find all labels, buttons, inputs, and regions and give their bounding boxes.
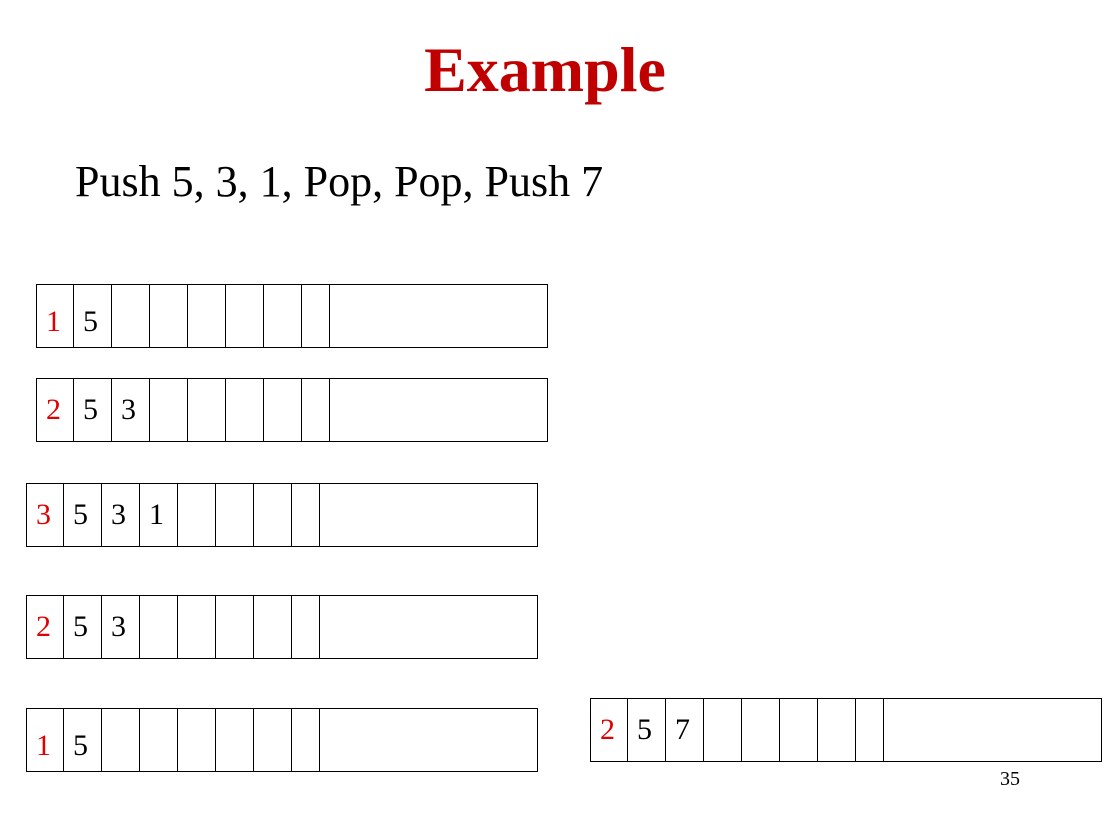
stack-count-label: 2	[36, 610, 51, 643]
stack-cell	[102, 709, 140, 771]
stack-cell	[226, 285, 264, 347]
stack-count-label: 2	[46, 393, 61, 426]
stack-cell: 5	[74, 285, 112, 347]
stack-cell	[704, 699, 742, 761]
stack-cell	[178, 596, 216, 658]
stack-value: 5	[73, 498, 88, 531]
stack-value: 5	[637, 713, 652, 746]
stack-cell: 3	[102, 484, 140, 546]
stack-cell	[112, 285, 150, 347]
stack-cell	[320, 596, 537, 658]
stack-value: 1	[149, 498, 164, 531]
stack-array-1: 15	[36, 284, 548, 348]
stack-cell	[254, 709, 292, 771]
stack-array-3: 3531	[26, 483, 538, 547]
stack-cell	[150, 285, 188, 347]
stack-count-label: 3	[36, 498, 51, 531]
stack-cell: 3	[102, 596, 140, 658]
stack-count-cell: 2	[591, 699, 628, 761]
stack-cell	[216, 709, 254, 771]
stack-count-cell: 1	[37, 285, 74, 347]
stack-cell	[302, 285, 330, 347]
stack-cell	[292, 484, 320, 546]
stack-cell	[292, 596, 320, 658]
stack-value: 5	[73, 729, 88, 762]
stack-cell	[254, 484, 292, 546]
stack-cell	[188, 285, 226, 347]
stack-count-cell: 1	[27, 709, 64, 771]
stack-count-cell: 3	[27, 484, 64, 546]
stack-array-2: 253	[36, 378, 548, 442]
stack-array-6: 257	[590, 698, 1102, 762]
stack-cell: 5	[628, 699, 666, 761]
stack-cell	[226, 379, 264, 441]
stack-count-label: 1	[46, 305, 61, 338]
stack-cell	[292, 709, 320, 771]
stack-cell	[150, 379, 188, 441]
stack-cell: 5	[64, 709, 102, 771]
stack-count-label: 2	[600, 713, 615, 746]
page-number: 35	[1000, 768, 1020, 790]
stack-cell	[302, 379, 330, 441]
stack-value: 5	[73, 610, 88, 643]
stack-cell	[178, 709, 216, 771]
stack-value: 3	[111, 498, 126, 531]
stack-cell: 5	[64, 484, 102, 546]
operation-sequence: Push 5, 3, 1, Pop, Pop, Push 7	[75, 157, 604, 206]
stack-array-5: 15	[26, 708, 538, 772]
stack-cell	[780, 699, 818, 761]
stack-cell	[178, 484, 216, 546]
stack-cell	[320, 484, 537, 546]
stack-cell: 5	[74, 379, 112, 441]
stack-count-label: 1	[36, 729, 51, 762]
slide-title: Example	[424, 34, 666, 105]
stack-cell	[254, 596, 292, 658]
stack-cell: 7	[666, 699, 704, 761]
stack-cell: 5	[64, 596, 102, 658]
stack-value: 3	[121, 393, 136, 426]
stack-cell	[330, 379, 547, 441]
stack-cell	[140, 596, 178, 658]
stack-cell	[140, 709, 178, 771]
stack-cell	[264, 285, 302, 347]
stack-cell	[188, 379, 226, 441]
stack-value: 5	[83, 393, 98, 426]
stack-cell: 3	[112, 379, 150, 441]
stack-cell	[884, 699, 1101, 761]
stack-cell: 1	[140, 484, 178, 546]
stack-cell	[856, 699, 884, 761]
stack-value: 7	[675, 713, 690, 746]
stack-array-4: 253	[26, 595, 538, 659]
stack-count-cell: 2	[27, 596, 64, 658]
stack-count-cell: 2	[37, 379, 74, 441]
stack-value: 3	[111, 610, 126, 643]
stack-cell	[742, 699, 780, 761]
stack-cell	[216, 484, 254, 546]
stack-cell	[216, 596, 254, 658]
stack-value: 5	[83, 305, 98, 338]
stack-cell	[818, 699, 856, 761]
stack-cell	[330, 285, 547, 347]
stack-cell	[264, 379, 302, 441]
stack-cell	[320, 709, 537, 771]
